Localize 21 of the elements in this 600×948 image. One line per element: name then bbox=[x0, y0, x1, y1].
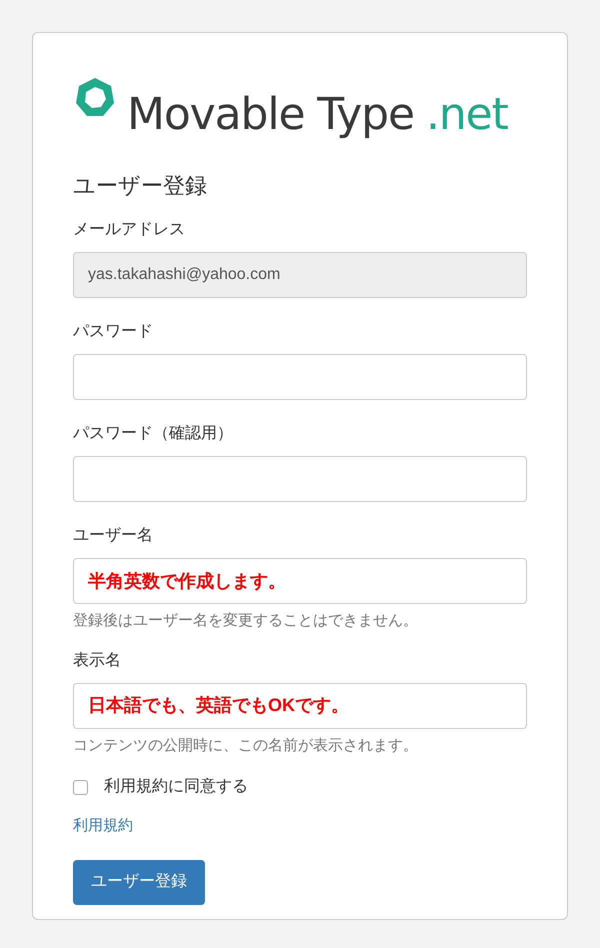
field-label: ユーザー名 bbox=[73, 526, 154, 546]
agree-label: 利用規約に同意する bbox=[104, 776, 248, 797]
logo-wordmark: Movable Type bbox=[127, 93, 414, 137]
field-label: パスワード（確認用） bbox=[73, 424, 234, 444]
logo-suffix: .net bbox=[426, 93, 508, 137]
page-title: ユーザー登録 bbox=[73, 172, 208, 200]
logo-icon bbox=[73, 75, 117, 119]
annotation-text: 日本語でも、英語でもOKです。 bbox=[88, 694, 349, 717]
field-label: メールアドレス bbox=[73, 220, 186, 240]
agree-checkbox[interactable] bbox=[73, 780, 88, 794]
input-field[interactable] bbox=[73, 456, 527, 502]
register-button[interactable]: ユーザー登録 bbox=[73, 860, 205, 904]
input-field[interactable]: 日本語でも、英語でもOKです。 bbox=[73, 682, 527, 728]
annotation-text: 半角英数で作成します。 bbox=[88, 570, 286, 593]
field-label: 表示名 bbox=[73, 650, 122, 670]
help-text: コンテンツの公開時に、この名前が表示されます。 bbox=[73, 736, 419, 756]
input-field[interactable] bbox=[73, 354, 527, 400]
help-text: 登録後はユーザー名を変更することはできません。 bbox=[73, 611, 419, 631]
field-label: パスワード bbox=[73, 322, 154, 342]
terms-link[interactable]: 利用規約 bbox=[73, 815, 133, 838]
input-field[interactable]: 半角英数で作成します。 bbox=[73, 558, 527, 604]
